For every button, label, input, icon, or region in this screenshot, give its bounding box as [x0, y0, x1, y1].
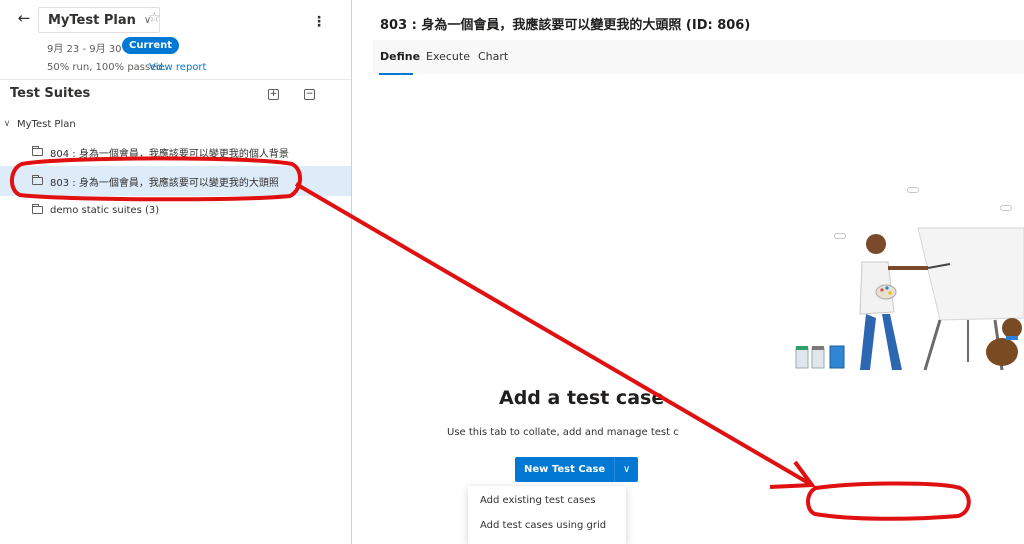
plan-name: MyTest Plan: [48, 12, 136, 28]
active-tab-indicator: [379, 73, 413, 75]
test-suites-heading: Test Suites: [10, 86, 91, 101]
star-icon[interactable]: ☆: [148, 10, 161, 26]
arrow-left-icon[interactable]: ←: [14, 8, 34, 28]
tree-item-803[interactable]: 803 : 身為一個會員，我應該要可以變更我的大頭照: [0, 166, 351, 196]
tab-define[interactable]: Define: [380, 50, 420, 63]
tree-item-804[interactable]: 804 : 身為一個會員，我應該要可以變更我的個人背景: [0, 137, 351, 167]
new-test-case-split-button: New Test Case ∨: [515, 457, 639, 482]
plan-date-range: 9月 23 - 9月 30: [47, 44, 122, 55]
tree-item-demo-static-suites[interactable]: demo static suites (3): [0, 195, 351, 225]
plan-selector[interactable]: MyTest Plan ∨: [38, 7, 161, 33]
folder-icon: [32, 175, 43, 185]
divider: [0, 79, 351, 80]
cloud-icon: [1000, 205, 1012, 211]
current-badge: Current: [122, 37, 180, 54]
tree-item-label: 804 : 身為一個會員，我應該要可以變更我的個人背景: [50, 148, 289, 160]
new-test-case-button[interactable]: New Test Case: [515, 457, 615, 482]
tree-item-label: 803 : 身為一個會員，我應該要可以變更我的大頭照: [50, 177, 279, 189]
view-report-link[interactable]: View report: [149, 62, 206, 73]
painter-illustration: [795, 227, 1024, 371]
new-test-case-menu: Add existing test cases Add test cases u…: [468, 486, 626, 544]
empty-state-title: Add a test case: [499, 387, 665, 409]
suite-title: 803 : 身為一個會員，我應該要可以變更我的大頭照 (ID: 806): [380, 18, 751, 33]
tab-execute[interactable]: Execute: [426, 50, 470, 63]
tree-root-label: MyTest Plan: [17, 118, 76, 130]
expand-all-icon[interactable]: +: [268, 89, 279, 100]
empty-state-description: Use this tab to collate, add and manage …: [447, 427, 679, 438]
tab-bar: Define Execute Chart: [373, 40, 1024, 75]
menu-item-add-test-cases-using-grid[interactable]: Add test cases using grid: [480, 520, 606, 531]
collapse-all-icon[interactable]: −: [304, 89, 315, 100]
chevron-down-icon[interactable]: ∨: [614, 457, 639, 482]
cloud-icon: [907, 187, 919, 193]
tree-root-row[interactable]: ∨ MyTest Plan: [0, 109, 351, 139]
menu-item-add-existing-test-cases[interactable]: Add existing test cases: [480, 495, 596, 506]
test-plan-panel: ← MyTest Plan ∨ ☆ ⋮ 9月 23 - 9月 30 Curren…: [0, 0, 352, 544]
tree-item-label: demo static suites (3): [50, 204, 160, 216]
tab-chart[interactable]: Chart: [478, 50, 508, 63]
more-options-icon[interactable]: ⋮: [312, 14, 326, 30]
folder-icon: [32, 146, 43, 156]
chevron-down-icon[interactable]: ∨: [2, 119, 12, 129]
folder-icon: [32, 204, 43, 214]
